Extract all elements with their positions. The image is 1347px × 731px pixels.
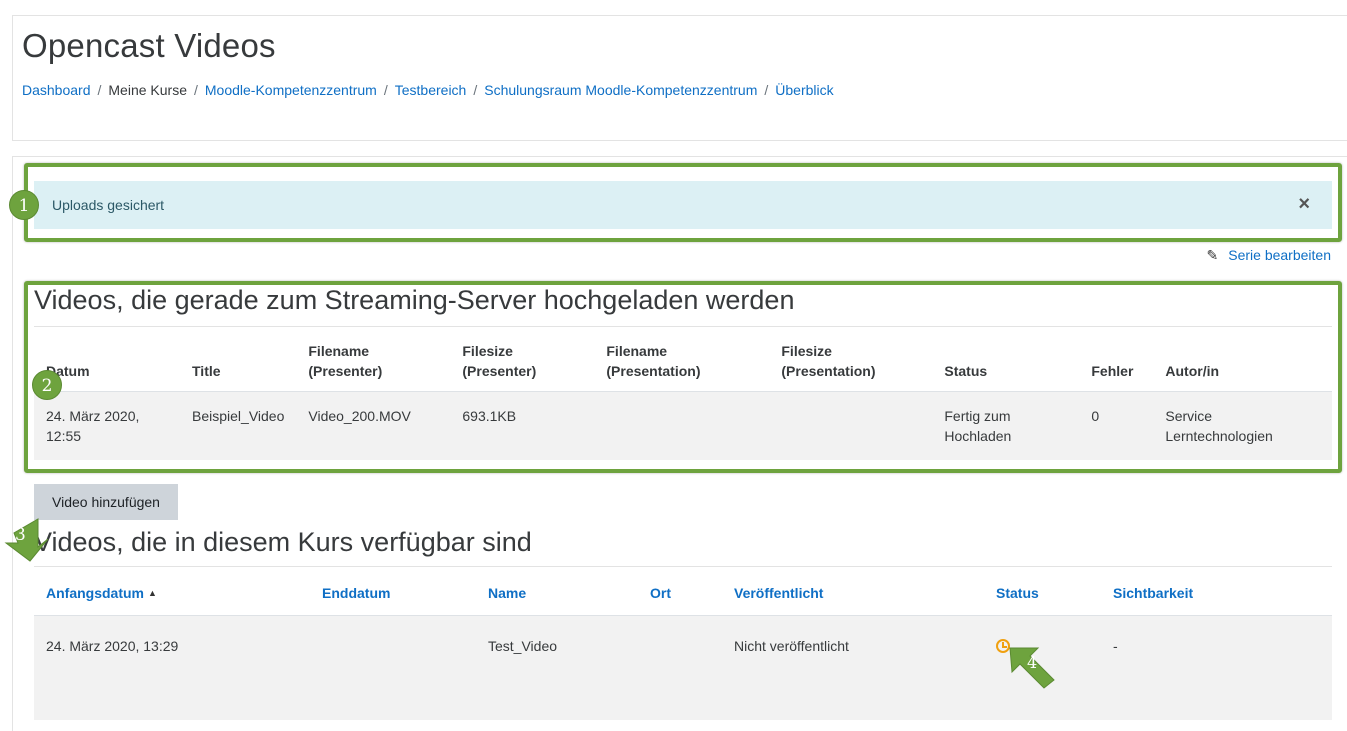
table-row: 24. März 2020, 13:29 Test_Video Nicht ve…: [34, 615, 1332, 720]
column-header-published: Veröffentlicht: [722, 566, 984, 616]
edit-series-label: Serie bearbeiten: [1228, 247, 1331, 263]
cell-end-date: [310, 615, 476, 720]
step-marker-1: 1: [9, 190, 39, 220]
sort-header-status[interactable]: Status: [984, 566, 1101, 616]
cell-published: Nicht veröffentlicht: [722, 615, 984, 720]
course-videos-heading: Videos, die in diesem Kurs verfügbar sin…: [34, 527, 532, 557]
sort-ascending-icon: ▲: [148, 588, 157, 598]
highlight-box-alert: [24, 163, 1342, 242]
breadcrumb-moodle-kompetenzzentrum[interactable]: Moodle-Kompetenzzentrum: [205, 82, 377, 98]
sort-header-location[interactable]: Ort: [638, 566, 722, 616]
step-marker-3: 3: [15, 525, 26, 545]
breadcrumb: Dashboard / Meine Kurse / Moodle-Kompetenzze…: [22, 82, 834, 98]
sort-header-visibility[interactable]: Sichtbarkeit: [1101, 566, 1332, 616]
table-header-row: Anfangsdatum ▲ Enddatum Name Ort Veröffen…: [34, 566, 1332, 616]
pencil-icon: ✎: [1206, 247, 1219, 263]
step-marker-4: 4: [1027, 653, 1038, 672]
sort-header-start[interactable]: Anfangsdatum ▲: [34, 566, 310, 616]
edit-series-link[interactable]: ✎ Serie bearbeiten: [1207, 247, 1331, 264]
sort-header-name[interactable]: Name: [476, 566, 638, 616]
breadcrumb-separator: /: [473, 82, 478, 98]
breadcrumb-separator: /: [193, 82, 198, 98]
breadcrumb-dashboard[interactable]: Dashboard: [22, 82, 91, 98]
breadcrumb-meine-kurse: Meine Kurse: [108, 82, 187, 98]
breadcrumb-separator: /: [97, 82, 102, 98]
breadcrumb-ueberblick[interactable]: Überblick: [775, 82, 833, 98]
step-marker-2: 2: [32, 370, 62, 400]
cell-location: [638, 615, 722, 720]
course-videos-table: Anfangsdatum ▲ Enddatum Name Ort Veröffen…: [34, 566, 1332, 720]
add-video-button[interactable]: Video hinzufügen: [34, 484, 178, 520]
cell-name: Test_Video: [476, 615, 638, 720]
breadcrumb-separator: /: [764, 82, 769, 98]
sort-header-end[interactable]: Enddatum: [310, 566, 476, 616]
cell-visibility: -: [1101, 615, 1332, 720]
page-title: Opencast Videos: [22, 27, 276, 64]
breadcrumb-separator: /: [383, 82, 388, 98]
highlight-box-uploads: [24, 281, 1342, 473]
arrow-marker-3: [4, 518, 49, 562]
breadcrumb-testbereich[interactable]: Testbereich: [395, 82, 467, 98]
breadcrumb-schulungsraum[interactable]: Schulungsraum Moodle-Kompetenzzentrum: [484, 82, 757, 98]
cell-start-date: 24. März 2020, 13:29: [34, 615, 310, 720]
